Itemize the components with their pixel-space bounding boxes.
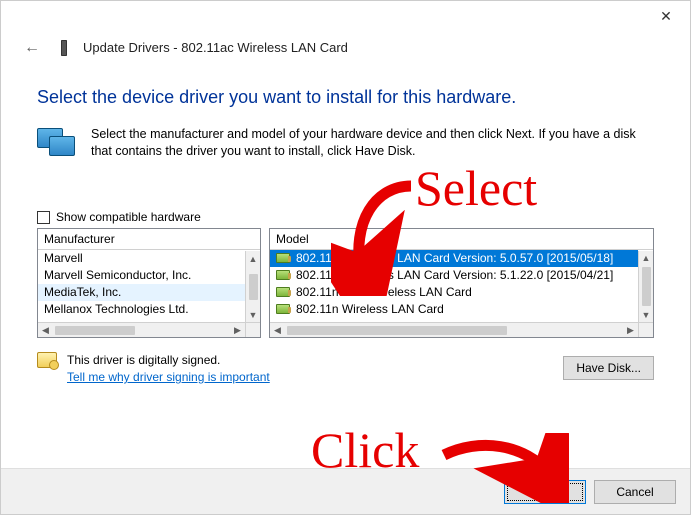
signed-text: This driver is digitally signed. <box>67 353 220 367</box>
driver-panes: Manufacturer Marvell Marvell Semiconducto… <box>37 228 654 338</box>
manufacturer-pane: Manufacturer Marvell Marvell Semiconducto… <box>37 228 261 338</box>
dialog-header: ← Update Drivers - 802.11ac Wireless LAN… <box>1 31 690 65</box>
compatible-hardware-label: Show compatible hardware <box>56 210 201 224</box>
signing-info-link[interactable]: Tell me why driver signing is important <box>67 370 270 384</box>
adapter-icon <box>276 287 290 297</box>
model-header[interactable]: Model <box>270 229 653 250</box>
model-row[interactable]: 802.11ac Wireless LAN Card Version: 5.1.… <box>270 267 638 284</box>
instruction-row: Select the manufacturer and model of you… <box>37 126 654 160</box>
list-item-label: 802.11ac Wireless LAN Card Version: 5.1.… <box>296 268 613 282</box>
list-item-label: Mellanox Technologies Ltd. <box>44 302 189 316</box>
have-disk-button[interactable]: Have Disk... <box>563 356 654 380</box>
model-vscroll[interactable]: ▲ ▼ <box>638 251 653 322</box>
adapter-icon <box>276 270 290 280</box>
scroll-thumb[interactable] <box>249 274 258 300</box>
list-item-label: Marvell Semiconductor, Inc. <box>44 268 191 282</box>
scroll-corner <box>638 322 653 337</box>
scroll-thumb[interactable] <box>287 326 507 335</box>
dialog-footer: Next Cancel <box>1 468 690 514</box>
scroll-right-icon[interactable]: ▶ <box>230 323 245 337</box>
device-icon <box>61 38 75 58</box>
manufacturer-vscroll[interactable]: ▲ ▼ <box>245 251 260 322</box>
close-button[interactable]: ✕ <box>656 6 676 26</box>
monitors-icon <box>37 128 77 160</box>
list-item-label: 802.11ac Wireless LAN Card Version: 5.0.… <box>296 251 613 265</box>
list-item-label: Marvell <box>44 251 83 265</box>
model-hscroll[interactable]: ◀ ▶ <box>270 322 638 337</box>
scroll-down-icon[interactable]: ▼ <box>246 307 260 322</box>
scroll-left-icon[interactable]: ◀ <box>38 323 53 337</box>
dialog-content: Select the device driver you want to ins… <box>1 65 690 380</box>
adapter-icon <box>276 253 290 263</box>
manufacturer-hscroll[interactable]: ◀ ▶ <box>38 322 245 337</box>
scroll-left-icon[interactable]: ◀ <box>270 323 285 337</box>
next-button[interactable]: Next <box>504 480 586 504</box>
scroll-up-icon[interactable]: ▲ <box>246 251 260 266</box>
compatible-hardware-row: Show compatible hardware <box>37 210 654 224</box>
list-item-label: 802.11n Wireless LAN Card <box>296 302 444 316</box>
scroll-thumb[interactable] <box>642 267 651 305</box>
cancel-button[interactable]: Cancel <box>594 480 676 504</box>
certificate-icon <box>37 352 57 368</box>
back-button[interactable]: ← <box>19 36 45 60</box>
manufacturer-row[interactable]: Mellanox Technologies Ltd. <box>38 301 245 318</box>
model-pane: Model 802.11ac Wireless LAN Card Version… <box>269 228 654 338</box>
scroll-right-icon[interactable]: ▶ <box>623 323 638 337</box>
scroll-up-icon[interactable]: ▲ <box>639 251 653 265</box>
page-headline: Select the device driver you want to ins… <box>37 87 654 108</box>
titlebar: ✕ <box>1 1 690 31</box>
scroll-thumb[interactable] <box>55 326 135 335</box>
manufacturer-row[interactable]: Marvell <box>38 250 245 267</box>
list-item-label: MediaTek, Inc. <box>44 285 121 299</box>
model-row[interactable]: 802.11n Wireless LAN Card <box>270 301 638 318</box>
adapter-icon <box>276 304 290 314</box>
instruction-text: Select the manufacturer and model of you… <box>91 126 654 160</box>
model-row[interactable]: 802.11ac Wireless LAN Card Version: 5.0.… <box>270 250 638 267</box>
manufacturer-row[interactable]: MediaTek, Inc. <box>38 284 245 301</box>
model-row[interactable]: 802.11n USB Wireless LAN Card <box>270 284 638 301</box>
manufacturer-header[interactable]: Manufacturer <box>38 229 260 250</box>
scroll-corner <box>245 322 260 337</box>
scroll-down-icon[interactable]: ▼ <box>639 308 653 322</box>
manufacturer-row[interactable]: Marvell Semiconductor, Inc. <box>38 267 245 284</box>
compatible-hardware-checkbox[interactable] <box>37 211 50 224</box>
list-item-label: 802.11n USB Wireless LAN Card <box>296 285 472 299</box>
window-title: Update Drivers - 802.11ac Wireless LAN C… <box>83 40 348 55</box>
